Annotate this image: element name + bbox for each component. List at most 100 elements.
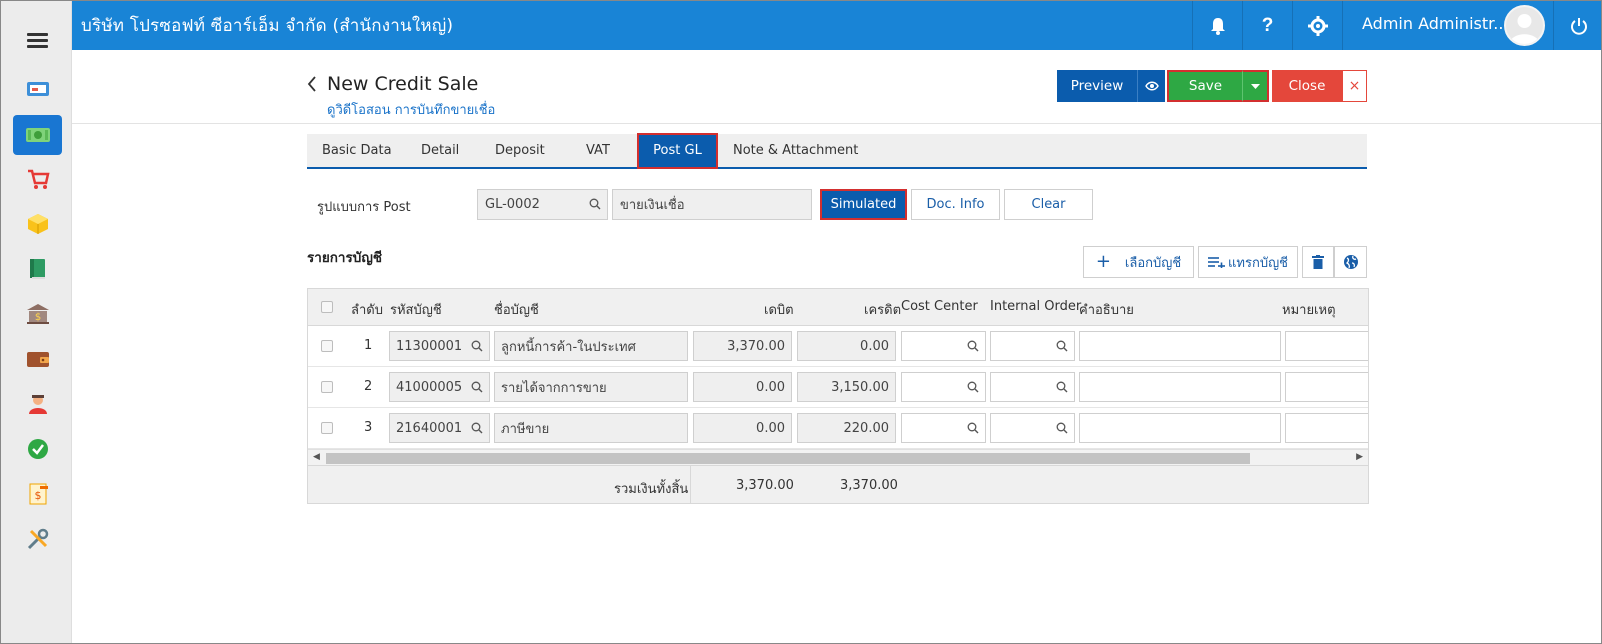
search-icon[interactable]: [471, 340, 483, 356]
bell-icon[interactable]: [1192, 1, 1242, 50]
scroll-right-icon[interactable]: ▶: [1356, 452, 1363, 462]
post-format-code-field[interactable]: GL-0002: [477, 189, 608, 220]
tab-note-attachment[interactable]: Note & Attachment: [733, 134, 858, 167]
back-icon[interactable]: [306, 74, 318, 98]
cost-center-field[interactable]: [901, 372, 986, 402]
description-field[interactable]: [1079, 413, 1281, 443]
accounts-section-title: รายการบัญชี: [307, 250, 382, 266]
close-button[interactable]: Close: [1272, 70, 1342, 102]
clear-button[interactable]: Clear: [1004, 189, 1093, 220]
grid-footer: รวมเงินทั้งสิ้น 3,370.00 3,370.00: [308, 465, 1368, 503]
search-icon[interactable]: [967, 340, 979, 356]
internal-order-field[interactable]: [990, 372, 1075, 402]
account-name: ลูกหนี้การค้า-ในประเทศ: [501, 339, 636, 355]
col-internal-order: Internal Order: [990, 299, 1082, 314]
debit-field[interactable]: 0.00: [693, 372, 792, 402]
tab-deposit[interactable]: Deposit: [495, 134, 545, 167]
account-name: ภาษีขาย: [501, 421, 550, 437]
cart-icon[interactable]: [13, 159, 62, 199]
internal-order-field[interactable]: [990, 331, 1075, 361]
search-icon[interactable]: [1056, 381, 1068, 397]
doc-info-button[interactable]: Doc. Info: [911, 189, 1000, 220]
power-icon[interactable]: [1553, 1, 1601, 50]
tab-vat[interactable]: VAT: [586, 134, 610, 167]
bank-icon[interactable]: $: [13, 294, 62, 334]
description-field[interactable]: [1079, 331, 1281, 361]
account-code-field[interactable]: 21640001: [389, 413, 490, 443]
col-credit: เครดิต: [864, 303, 902, 318]
save-button[interactable]: Save: [1167, 70, 1242, 102]
select-account-button[interactable]: + เลือกบัญชี: [1083, 246, 1194, 278]
grid-header: ลำดับ รหัสบัญชี ชื่อบัญชี เดบิต เครดิต C…: [308, 289, 1368, 326]
tools-icon[interactable]: [13, 519, 62, 559]
account-code-field[interactable]: 41000005: [389, 372, 490, 402]
left-sidebar: $ $: [1, 1, 72, 643]
avatar[interactable]: [1504, 5, 1545, 46]
post-format-code: GL-0002: [485, 197, 540, 212]
tab-basic-data[interactable]: Basic Data: [322, 134, 392, 167]
tab-post-gl[interactable]: Post GL: [637, 133, 718, 169]
hamburger-menu-icon[interactable]: [27, 33, 48, 48]
top-bar: บริษัท โปรซอฟท์ ซีอาร์เอ็ม จำกัด (สำนักง…: [72, 1, 1601, 50]
row-checkbox[interactable]: [321, 381, 333, 393]
scrollbar-thumb[interactable]: [326, 453, 1250, 464]
remark-field[interactable]: [1285, 372, 1368, 402]
scroll-left-icon[interactable]: ◀: [313, 452, 320, 462]
simulated-button[interactable]: Simulated: [820, 189, 907, 220]
svg-text:$: $: [34, 489, 41, 502]
account-name-field: รายได้จากการขาย: [494, 372, 688, 402]
report-icon[interactable]: $: [13, 474, 62, 514]
gear-icon[interactable]: [1292, 1, 1342, 50]
page-title: New Credit Sale: [327, 73, 479, 95]
tutorial-video-link[interactable]: ดูวิดีโอสอน การบันทึกขายเชื่อ: [327, 99, 495, 120]
close-x-button[interactable]: ×: [1342, 70, 1367, 102]
row-seq: 3: [364, 420, 373, 435]
help-icon[interactable]: ?: [1242, 1, 1292, 50]
preview-button[interactable]: Preview: [1057, 70, 1137, 102]
eye-icon[interactable]: [1137, 70, 1165, 102]
account-name: รายได้จากการขาย: [501, 380, 607, 396]
search-icon[interactable]: [1056, 340, 1068, 356]
accounts-grid: ลำดับ รหัสบัญชี ชื่อบัญชี เดบิต เครดิต C…: [307, 288, 1369, 504]
user-name[interactable]: Admin Administr...: [1362, 14, 1509, 33]
credit-field[interactable]: 0.00: [797, 331, 896, 361]
row-checkbox[interactable]: [321, 340, 333, 352]
description-field[interactable]: [1079, 372, 1281, 402]
remark-field[interactable]: [1285, 331, 1368, 361]
wallet-icon[interactable]: [13, 339, 62, 379]
internal-order-field[interactable]: [990, 413, 1075, 443]
debit-field[interactable]: 0.00: [693, 413, 792, 443]
insert-account-button[interactable]: แทรกบัญชี: [1198, 246, 1298, 278]
search-icon[interactable]: [967, 381, 979, 397]
account-code-field[interactable]: 11300001: [389, 331, 490, 361]
remark-field[interactable]: [1285, 413, 1368, 443]
credit-field[interactable]: 3,150.00: [797, 372, 896, 402]
select-all-checkbox[interactable]: [321, 301, 333, 313]
row-checkbox[interactable]: [321, 422, 333, 434]
people-icon[interactable]: [13, 384, 62, 424]
globe-icon[interactable]: [1334, 246, 1367, 278]
credit-field[interactable]: 220.00: [797, 413, 896, 443]
dashboard-icon[interactable]: [13, 69, 62, 109]
trash-icon[interactable]: [1302, 246, 1334, 278]
cost-center-field[interactable]: [901, 413, 986, 443]
plus-icon: +: [1095, 251, 1111, 272]
money-icon[interactable]: [13, 115, 62, 155]
approve-icon[interactable]: [13, 429, 62, 469]
cost-center-field[interactable]: [901, 331, 986, 361]
search-icon[interactable]: [471, 381, 483, 397]
debit-field[interactable]: 3,370.00: [693, 331, 792, 361]
post-format-name: ขายเงินเชื่อ: [620, 198, 685, 213]
account-code: 11300001: [396, 338, 463, 354]
search-icon[interactable]: [471, 422, 483, 438]
table-row: 3 21640001 ภาษีขาย 0.00 220.00: [308, 408, 1368, 449]
search-icon[interactable]: [589, 198, 601, 214]
search-icon[interactable]: [967, 422, 979, 438]
search-icon[interactable]: [1056, 422, 1068, 438]
tab-detail[interactable]: Detail: [421, 134, 459, 167]
book-icon[interactable]: [13, 249, 62, 289]
horizontal-scrollbar[interactable]: ◀ ▶: [308, 449, 1368, 465]
post-format-label: รูปแบบการ Post: [317, 200, 411, 215]
box-icon[interactable]: [13, 204, 62, 244]
save-dropdown-icon[interactable]: [1242, 70, 1269, 102]
